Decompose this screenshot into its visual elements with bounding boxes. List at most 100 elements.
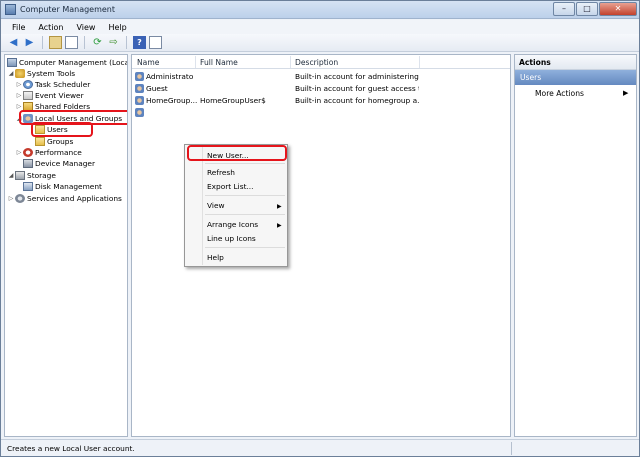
services-icon xyxy=(15,194,25,203)
disk-management-icon xyxy=(23,182,33,191)
user-icon xyxy=(135,96,144,105)
submenu-arrow-icon: ▶ xyxy=(277,222,282,229)
menu-item-refresh[interactable]: Refresh xyxy=(207,168,235,177)
title-bar[interactable]: Computer Management – □ ✕ xyxy=(1,1,639,19)
expand-arrow-icon[interactable]: ▷ xyxy=(7,195,15,202)
export-list-icon[interactable]: ⇨ xyxy=(107,36,120,49)
computer-management-window: Computer Management – □ ✕ File Action Vi… xyxy=(0,0,640,457)
cell-description: Built-in account for guest access t... xyxy=(295,84,419,93)
menu-action[interactable]: Action xyxy=(38,23,63,32)
show-hide-action-pane-icon[interactable] xyxy=(149,36,162,49)
cell-name: Administrator xyxy=(146,72,194,81)
tree-label: Storage xyxy=(27,171,56,180)
more-actions-link[interactable]: More Actions xyxy=(535,89,584,98)
tree-label: Services and Applications xyxy=(27,194,122,203)
actions-pane: Actions Users More Actions ▶ xyxy=(514,54,637,437)
refresh-icon[interactable]: ⟳ xyxy=(91,36,104,49)
tree-label: Groups xyxy=(47,137,74,146)
status-text: Creates a new Local User account. xyxy=(7,444,135,453)
context-menu: New User... Refresh Export List... View … xyxy=(184,144,288,267)
tree-label: System Tools xyxy=(27,69,76,78)
menu-item-line-up-icons[interactable]: Line up Icons xyxy=(207,234,256,243)
folder-icon xyxy=(35,137,45,146)
submenu-arrow-icon: ▶ xyxy=(277,203,282,210)
highlight-annotation xyxy=(31,122,93,137)
computer-management-icon xyxy=(5,4,16,15)
close-button[interactable]: ✕ xyxy=(599,2,637,16)
cell-name: HomeGroup... xyxy=(146,96,198,105)
expand-arrow-icon[interactable]: ▷ xyxy=(15,103,23,110)
column-header-description[interactable]: Description xyxy=(295,58,338,67)
tree-item-performance[interactable]: ▷ Performance xyxy=(15,147,82,158)
column-divider[interactable] xyxy=(195,56,196,68)
table-row[interactable] xyxy=(132,107,510,118)
actions-section-users[interactable]: Users xyxy=(515,70,636,85)
list-header: Name Full Name Description xyxy=(132,55,510,69)
menu-separator xyxy=(205,214,285,215)
highlight-annotation xyxy=(187,145,287,161)
expand-arrow-icon[interactable]: ▷ xyxy=(15,92,23,99)
storage-icon xyxy=(15,171,25,180)
table-row[interactable]: Administrator Built-in account for admin… xyxy=(132,71,510,82)
tree-item-storage[interactable]: ◢ Storage xyxy=(7,170,56,181)
menu-item-arrange-icons[interactable]: Arrange Icons xyxy=(207,220,258,229)
show-hide-tree-icon[interactable] xyxy=(65,36,78,49)
window-title: Computer Management xyxy=(20,5,116,14)
help-icon[interactable]: ? xyxy=(133,36,146,49)
tree-item-event-viewer[interactable]: ▷ Event Viewer xyxy=(15,90,84,101)
device-manager-icon xyxy=(23,159,33,168)
tree-item-device-manager[interactable]: Device Manager xyxy=(23,158,95,169)
expand-arrow-icon[interactable]: ▷ xyxy=(15,149,23,156)
user-icon xyxy=(135,108,144,117)
user-icon xyxy=(135,72,144,81)
menu-view[interactable]: View xyxy=(76,23,95,32)
column-divider[interactable] xyxy=(419,56,420,68)
actions-header: Actions xyxy=(515,55,636,70)
menu-bar: File Action View Help xyxy=(1,20,639,34)
menu-item-view[interactable]: View xyxy=(207,201,225,210)
tree-item-services-apps[interactable]: ▷ Services and Applications xyxy=(7,193,122,204)
status-divider xyxy=(511,442,512,455)
tree-label: Device Manager xyxy=(35,159,96,168)
status-bar: Creates a new Local User account. xyxy=(1,439,639,456)
tree-label: Task Scheduler xyxy=(35,80,91,89)
toolbar-separator xyxy=(42,36,43,49)
tree-item-system-tools[interactable]: ◢ System Tools xyxy=(7,68,75,79)
console-tree[interactable]: Computer Management (Local ◢ System Tool… xyxy=(4,54,128,437)
tree-label: Computer Management (Local xyxy=(19,58,128,67)
tree-item-task-scheduler[interactable]: ▷ Task Scheduler xyxy=(15,79,90,90)
menu-separator xyxy=(205,195,285,196)
column-divider[interactable] xyxy=(290,56,291,68)
tree-item-disk-management[interactable]: Disk Management xyxy=(23,181,102,192)
menu-file[interactable]: File xyxy=(12,23,25,32)
maximize-button[interactable]: □ xyxy=(576,2,598,16)
collapse-arrow-icon[interactable]: ◢ xyxy=(7,172,15,179)
menu-item-export-list[interactable]: Export List... xyxy=(207,182,254,191)
menu-gutter xyxy=(202,147,203,265)
tree-item-root[interactable]: Computer Management (Local xyxy=(7,57,128,68)
back-arrow-icon[interactable]: ◀ xyxy=(7,36,20,49)
tree-label: Performance xyxy=(35,148,82,157)
menu-item-help[interactable]: Help xyxy=(207,253,224,262)
toolbar-separator xyxy=(84,36,85,49)
up-folder-icon[interactable] xyxy=(49,36,62,49)
menu-separator xyxy=(205,163,285,164)
column-header-name[interactable]: Name xyxy=(137,58,159,67)
cell-description: Built-in account for administering... xyxy=(295,72,419,81)
column-header-full-name[interactable]: Full Name xyxy=(200,58,238,67)
table-row[interactable]: HomeGroup... HomeGroupUser$ Built-in acc… xyxy=(132,95,510,106)
cell-name: Guest xyxy=(146,84,168,93)
minimize-button[interactable]: – xyxy=(553,2,575,16)
expand-arrow-icon[interactable]: ▷ xyxy=(15,81,23,88)
forward-arrow-icon[interactable]: ▶ xyxy=(23,36,36,49)
cell-full-name: HomeGroupUser$ xyxy=(200,96,266,105)
menu-help[interactable]: Help xyxy=(108,23,126,32)
menu-separator xyxy=(205,247,285,248)
collapse-arrow-icon[interactable]: ◢ xyxy=(7,70,15,77)
chevron-right-icon: ▶ xyxy=(623,89,629,97)
computer-icon xyxy=(7,58,17,67)
tree-label: Disk Management xyxy=(35,182,102,191)
tree-item-groups[interactable]: Groups xyxy=(35,136,73,147)
table-row[interactable]: Guest Built-in account for guest access … xyxy=(132,83,510,94)
toolbar: ◀ ▶ ⟳ ⇨ ? xyxy=(1,34,639,52)
